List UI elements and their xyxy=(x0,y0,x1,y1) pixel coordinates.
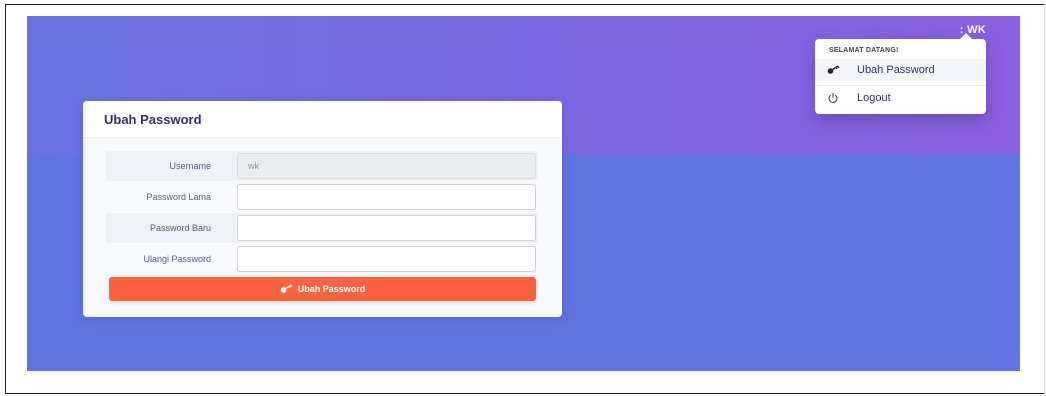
new-password-label: Password Baru xyxy=(149,223,211,233)
username-field[interactable] xyxy=(237,153,536,179)
username-label: Username xyxy=(169,161,211,171)
submit-change-password-button[interactable]: Ubah Password xyxy=(109,277,536,301)
card-title: Ubah Password xyxy=(104,112,202,127)
repeat-password-label: Ulangi Password xyxy=(143,254,211,264)
change-password-card: Ubah Password Username Password Lama Pas… xyxy=(83,101,562,317)
form-row-repeat-password: Ulangi Password xyxy=(106,244,538,274)
dropdown-divider xyxy=(815,85,986,86)
new-password-field[interactable] xyxy=(237,215,536,241)
dropdown-item-label: Ubah Password xyxy=(857,64,935,76)
old-password-label: Password Lama xyxy=(146,192,211,202)
key-icon xyxy=(280,284,294,294)
repeat-password-field[interactable] xyxy=(237,246,536,272)
old-password-field[interactable] xyxy=(237,184,536,210)
dropdown-item-logout[interactable]: Logout xyxy=(815,87,986,109)
form-row-old-password: Password Lama xyxy=(106,182,538,212)
dropdown-item-label: Logout xyxy=(857,92,891,104)
form-row-new-password: Password Baru xyxy=(106,213,538,243)
submit-button-label: Ubah Password xyxy=(297,284,366,294)
app-container: : WK SELAMAT DATANG! Ubah Password Logou… xyxy=(27,16,1020,371)
card-header: Ubah Password xyxy=(83,101,562,138)
dropdown-item-ubah-password[interactable]: Ubah Password xyxy=(815,59,986,81)
dropdown-header: SELAMAT DATANG! xyxy=(829,47,899,54)
power-icon xyxy=(827,92,851,104)
form-row-username: Username xyxy=(106,151,538,181)
key-icon xyxy=(827,65,851,75)
user-dropdown-menu: SELAMAT DATANG! Ubah Password Logout xyxy=(815,33,986,114)
